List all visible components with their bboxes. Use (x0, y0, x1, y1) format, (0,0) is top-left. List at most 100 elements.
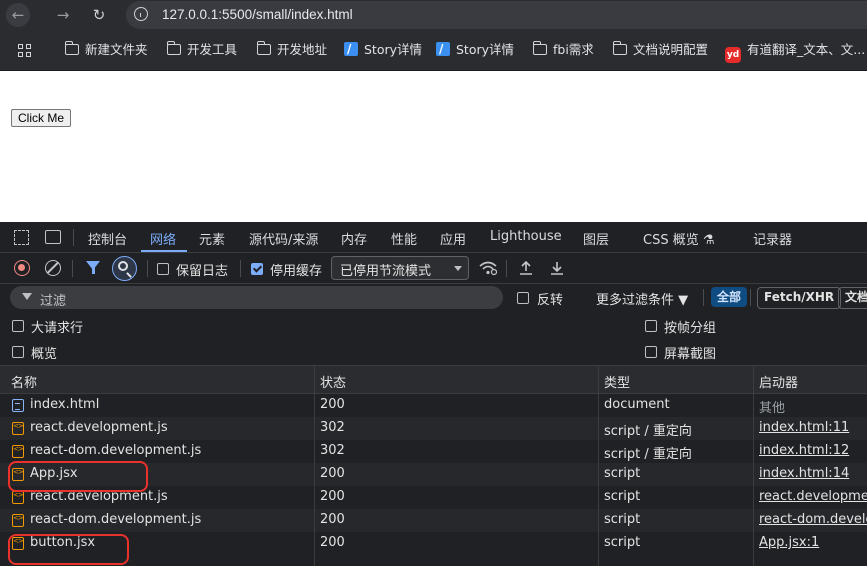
url-text[interactable]: 127.0.0.1:5500/small/index.html (162, 7, 353, 22)
folder-icon (612, 41, 627, 55)
request-status: 200 (320, 489, 345, 504)
search-button[interactable] (112, 256, 137, 281)
bookmark-label: 开发地址 (277, 42, 328, 57)
devtools-tab[interactable]: CSS 概览 ⚗ (643, 229, 715, 248)
table-header: 名称 状态 类型 启动器 (0, 366, 867, 394)
apps-grid-icon[interactable] (18, 44, 32, 58)
devtools-tab[interactable]: 控制台 (88, 229, 127, 248)
folder-icon (532, 41, 547, 55)
filter-doc-button[interactable]: 文档 (838, 287, 867, 309)
bookmark-item[interactable]: yd 有道翻译_文本、文... (725, 41, 865, 63)
request-type: document (604, 397, 670, 412)
export-har-icon[interactable] (550, 260, 564, 276)
disable-cache-label[interactable]: 停用缓存 (270, 260, 322, 279)
request-initiator[interactable]: index.html:11 (759, 420, 867, 435)
click-me-button[interactable]: Click Me (11, 109, 72, 127)
devtools-tab[interactable]: 源代码/来源 (249, 229, 318, 248)
invert-label[interactable]: 反转 (537, 289, 563, 308)
network-toolbar: 保留日志 停用缓存 已停用节流模式 (0, 253, 867, 284)
address-bar[interactable]: 127.0.0.1:5500/small/index.html (126, 1, 867, 29)
devtools-tab[interactable]: 记录器 (753, 229, 792, 248)
bookmark-item[interactable]: 开发地址 (256, 41, 328, 59)
browser-toolbar: ← → ↻ 127.0.0.1:5500/small/index.html (0, 0, 867, 30)
bookmark-label: Story详情 (456, 42, 515, 57)
reload-button[interactable]: ↻ (87, 3, 111, 27)
inspect-element-icon[interactable] (14, 230, 29, 245)
back-button[interactable]: ← (6, 3, 30, 27)
request-initiator[interactable]: App.jsx:1 (759, 535, 867, 550)
devtools-tab-bar: 控制台 网络 元素 源代码/来源 内存 性能 应用 Lighthouse 图层 CSS 概览 ⚗ 记… (0, 222, 867, 253)
filter-icon[interactable] (86, 261, 100, 274)
column-header-initiator[interactable]: 启动器 (759, 372, 798, 391)
request-type: script (604, 489, 641, 504)
bookmark-item[interactable]: fbi需求 (532, 41, 594, 59)
script-file-icon (12, 445, 24, 458)
filter-fetch-xhr-button[interactable]: Fetch/XHR (757, 287, 842, 309)
bookmark-item[interactable]: 文档说明配置 (612, 41, 708, 59)
table-row[interactable]: button.jsx200scriptApp.jsx:1 (0, 532, 867, 555)
request-name: react-dom.development.js (30, 443, 202, 458)
active-tab-indicator (141, 250, 187, 252)
table-row[interactable]: react-dom.development.js 302 script / 重定向 i… (0, 440, 867, 463)
table-row[interactable]: react.development.js 302 script / 重定向 index… (0, 417, 867, 440)
disable-cache-checkbox[interactable] (251, 263, 263, 275)
devtools-tab[interactable]: 图层 (583, 229, 609, 248)
large-rows-checkbox[interactable] (12, 320, 24, 332)
site-info-icon[interactable] (134, 7, 148, 21)
screenshots-label[interactable]: 屏幕截图 (664, 343, 716, 362)
script-file-icon (12, 491, 24, 504)
bookmark-label: fbi需求 (553, 42, 594, 57)
divider (73, 229, 74, 246)
request-initiator[interactable]: index.html:14 (759, 466, 867, 481)
preserve-log-label[interactable]: 保留日志 (176, 260, 228, 279)
bookmark-item[interactable]: 开发工具 (166, 41, 237, 59)
request-initiator[interactable]: react-dom.develo (759, 512, 867, 527)
request-status: 200 (320, 512, 345, 527)
forward-button[interactable]: → (51, 3, 75, 27)
request-name: react.development.js (30, 420, 168, 435)
request-name: react-dom.development.js (30, 512, 202, 527)
column-header-name[interactable]: 名称 (11, 372, 37, 391)
devtools-tab[interactable]: 内存 (341, 229, 367, 248)
group-by-frame-checkbox[interactable] (645, 320, 657, 332)
bookmark-item[interactable]: Story详情 (344, 40, 423, 59)
request-initiator[interactable]: index.html:12 (759, 443, 867, 458)
group-by-frame-label[interactable]: 按帧分组 (664, 317, 716, 336)
column-header-status[interactable]: 状态 (320, 372, 346, 391)
record-stop-icon[interactable] (14, 260, 30, 276)
screenshots-checkbox[interactable] (645, 346, 657, 358)
preserve-log-checkbox[interactable] (157, 263, 169, 275)
more-filters-dropdown[interactable]: 更多过滤条件 ▼ (596, 289, 688, 308)
divider (147, 260, 148, 277)
network-options: 大请求行 概览 按帧分组 屏幕截图 (0, 312, 867, 366)
request-initiator[interactable]: react.development (759, 489, 867, 504)
clear-icon[interactable] (45, 260, 61, 276)
large-rows-label[interactable]: 大请求行 (31, 317, 83, 336)
filter-row: 过滤 反转 更多过滤条件 ▼ 全部 Fetch/XHR 文档 (0, 284, 867, 312)
bookmark-item[interactable]: Story详情 (436, 40, 515, 59)
bookmark-item[interactable]: 新建文件夹 (64, 41, 148, 59)
overview-checkbox[interactable] (12, 346, 24, 358)
filter-input[interactable]: 过滤 (10, 286, 503, 309)
filter-all-button[interactable]: 全部 (711, 287, 748, 307)
table-row[interactable]: react-dom.development.js 200 script react-d… (0, 509, 867, 532)
request-status: 302 (320, 443, 345, 458)
bookmark-label: Story详情 (364, 42, 423, 57)
throttle-value: 已停用节流模式 (340, 264, 432, 279)
devtools-tab[interactable]: 网络 (150, 229, 176, 248)
request-status: 200 (320, 397, 345, 412)
devtools-tab[interactable]: Lighthouse (490, 229, 562, 244)
device-toolbar-icon[interactable] (45, 230, 61, 244)
overview-label[interactable]: 概览 (31, 343, 57, 362)
youdao-icon: yd (725, 47, 741, 63)
throttle-select[interactable]: 已停用节流模式 (331, 256, 469, 280)
devtools-tab[interactable]: 元素 (199, 229, 225, 248)
devtools-tab[interactable]: 应用 (440, 229, 466, 248)
table-row[interactable]: index.html 200 document 其他 (0, 394, 867, 417)
devtools-tab[interactable]: 性能 (391, 229, 417, 248)
request-status: 302 (320, 420, 345, 435)
invert-checkbox[interactable] (517, 292, 529, 304)
import-har-icon[interactable] (519, 260, 533, 276)
column-header-type[interactable]: 类型 (604, 372, 630, 391)
network-conditions-icon[interactable] (479, 260, 497, 276)
